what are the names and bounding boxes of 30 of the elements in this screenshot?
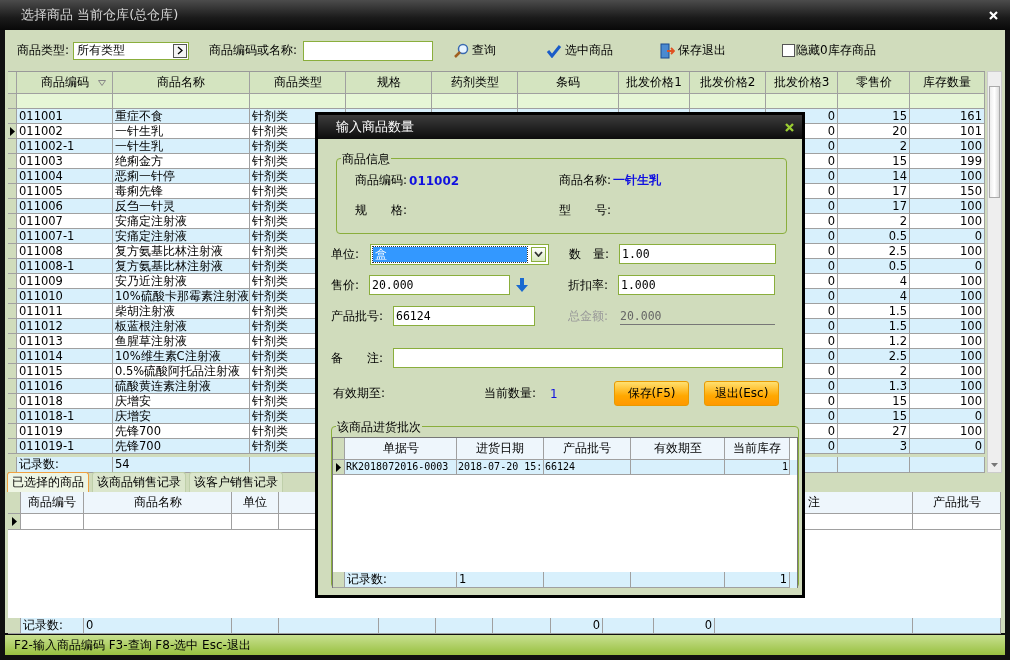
table-cell: 1 xyxy=(725,460,790,475)
field-value: 1 xyxy=(550,386,559,401)
field-label: 商品编码: xyxy=(355,172,408,189)
search-label: 商品编码或名称: xyxy=(209,42,298,59)
table-cell: 66124 xyxy=(544,460,631,475)
group-title: 该商品进货批次 xyxy=(336,419,422,436)
field-value: 一针生乳 xyxy=(613,172,662,189)
field-label: 型 号: xyxy=(559,202,612,219)
field-label: 当前数量: xyxy=(484,385,538,402)
total-cell: 1 xyxy=(725,572,790,588)
total-cell: 0 xyxy=(551,618,603,634)
field-label: 规 格: xyxy=(355,202,408,219)
field-label: 总金额: xyxy=(568,307,610,325)
field-label: 数 量: xyxy=(569,245,611,263)
type-label: 商品类型: xyxy=(17,42,70,59)
field-label: 商品名称: xyxy=(559,172,612,189)
total-cell: 0 xyxy=(654,618,715,634)
table-cell: 2018-07-20 15: xyxy=(457,460,544,475)
field-label: 折扣率: xyxy=(568,276,610,294)
record-count: 0 xyxy=(84,618,232,634)
field-value: 011002 xyxy=(409,173,460,188)
status-text: F2-输入商品编码 F3-查询 F8-选中 Esc-退出 xyxy=(14,636,251,654)
table-cell: RK2018072016-0003 xyxy=(345,460,457,475)
total-field: 20.000 xyxy=(620,307,775,325)
footer-label: 记录数: xyxy=(21,618,84,634)
record-count: 1 xyxy=(457,572,544,588)
window-title: 选择商品 当前仓库(总仓库) xyxy=(21,6,179,24)
checkbox-label: 隐藏0库存商品 xyxy=(796,42,876,59)
group-title: 商品信息 xyxy=(341,151,391,168)
footer-label: 记录数: xyxy=(345,572,457,588)
